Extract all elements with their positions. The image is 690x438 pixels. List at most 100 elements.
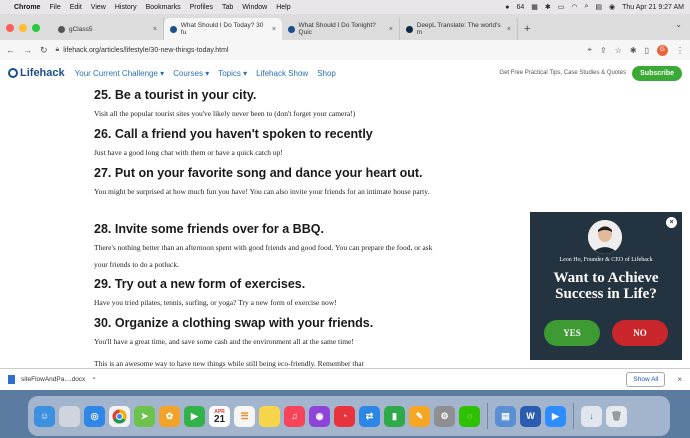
profile-avatar[interactable]: G xyxy=(657,44,668,56)
download-filename[interactable]: siteFlowAndPa....docx xyxy=(21,376,85,383)
star-icon[interactable]: ☆ xyxy=(615,46,622,55)
nav-shop[interactable]: Shop xyxy=(317,69,336,78)
deepl-favicon-icon xyxy=(406,25,413,33)
menu-help[interactable]: Help xyxy=(276,4,290,11)
menu-bookmarks[interactable]: Bookmarks xyxy=(146,4,181,11)
trash-icon[interactable]: 🗑︎ xyxy=(606,405,627,427)
address-bar[interactable]: 🔒︎ lifehack.org/articles/lifestyle/30-ne… xyxy=(56,43,580,58)
menu-history[interactable]: History xyxy=(115,4,137,11)
item-body: This is an awesome way to have new thing… xyxy=(94,359,364,368)
zoom-window-button[interactable] xyxy=(32,24,40,32)
sidebar-icon[interactable]: ▯ xyxy=(645,46,649,55)
numbers-icon[interactable]: ▮ xyxy=(384,405,405,427)
subscribe-button[interactable]: Subscribe xyxy=(632,65,682,81)
search-icon[interactable]: ⌕ xyxy=(584,3,588,11)
tab-label: What Should I Do Today? 30 fu xyxy=(180,22,264,36)
lifehack-favicon-icon xyxy=(170,25,177,33)
nav-topics[interactable]: Topics ▾ xyxy=(218,69,247,78)
close-window-button[interactable] xyxy=(6,24,14,32)
battery-icon[interactable]: ▭ xyxy=(558,3,565,11)
list-item: This is an awesome way to have new thing… xyxy=(94,352,444,368)
calendar-day: 21 xyxy=(213,414,226,425)
chrome-icon[interactable] xyxy=(109,405,130,427)
lifehack-logo[interactable]: Lifehack xyxy=(8,67,65,79)
menu-clock[interactable]: Thu Apr 21 9:27 AM xyxy=(622,4,684,11)
safari-icon[interactable]: ◎ xyxy=(84,405,105,427)
word-icon[interactable]: W xyxy=(520,405,541,427)
menu-edit[interactable]: Edit xyxy=(70,4,82,11)
item-heading: 30. Organize a clothing swap with your f… xyxy=(94,316,374,330)
photos-icon[interactable]: ✿ xyxy=(159,405,180,427)
menu-file[interactable]: File xyxy=(49,4,60,11)
site-header: Lifehack Your Current Challenge ▾ Course… xyxy=(0,60,690,86)
nav-courses[interactable]: Courses ▾ xyxy=(173,69,209,78)
tab-what-should-i-do-tonight[interactable]: What Should I Do Tonight? Quic × xyxy=(282,18,400,40)
lock-icon[interactable]: 🔒︎ xyxy=(56,46,60,54)
grid-status-icon[interactable]: ▦ xyxy=(531,3,538,11)
close-icon[interactable]: × xyxy=(153,26,157,33)
item-body: Just have a good long chat with them or … xyxy=(94,148,283,157)
forward-arrow-icon[interactable]: → xyxy=(23,45,32,55)
zoom-icon[interactable]: ▶ xyxy=(545,405,566,427)
reload-icon[interactable]: ↻ xyxy=(40,45,48,56)
facetime-icon[interactable]: ▶ xyxy=(184,405,205,427)
settings-icon[interactable]: ⚙ xyxy=(434,405,455,427)
tab-deepl-translate[interactable]: DeepL Translate: The world's m × xyxy=(400,18,518,40)
tab-gclass5[interactable]: gClass5 × xyxy=(52,18,164,40)
share-icon[interactable]: ⇪ xyxy=(600,46,607,55)
macos-menu-bar: Chrome File Edit View History Bookmarks … xyxy=(0,0,690,14)
control-center-icon[interactable]: ▤ xyxy=(595,3,602,11)
notes-icon[interactable] xyxy=(259,405,280,427)
new-tab-button[interactable]: + xyxy=(524,23,530,35)
item-heading: 28. Invite some friends over for a BBQ. xyxy=(94,222,324,236)
tab-label: What Should I Do Tonight? Quic xyxy=(298,22,376,36)
chevron-up-icon[interactable]: ⌃ xyxy=(91,376,96,384)
menu-view[interactable]: View xyxy=(91,4,106,11)
music-icon[interactable]: ♫ xyxy=(284,405,305,427)
maps-icon[interactable]: ➤ xyxy=(134,405,155,427)
yes-button[interactable]: YES xyxy=(544,320,600,346)
downloads-icon[interactable]: ↓ xyxy=(581,405,602,427)
tab-search-chevron-icon[interactable]: ⌄ xyxy=(675,20,682,29)
nav-lifehack-show[interactable]: Lifehack Show xyxy=(256,69,308,78)
minimize-window-button[interactable] xyxy=(19,24,27,32)
window-controls xyxy=(6,16,40,40)
menu-app-name[interactable]: Chrome xyxy=(14,4,40,11)
close-icon[interactable]: × xyxy=(666,217,677,228)
close-icon[interactable]: × xyxy=(272,26,276,33)
list-item: 30. Organize a clothing swap with your f… xyxy=(94,316,444,350)
preview-icon[interactable]: ▤ xyxy=(495,405,516,427)
nav-current-challenge[interactable]: Your Current Challenge ▾ xyxy=(75,69,165,78)
no-button[interactable]: NO xyxy=(612,320,668,346)
siri-icon[interactable]: ◉ xyxy=(609,3,615,11)
wechat-status-icon[interactable]: ● xyxy=(505,4,509,11)
menu-tab[interactable]: Tab xyxy=(222,4,233,11)
finder-icon[interactable]: ☺ xyxy=(34,405,55,427)
close-icon[interactable]: × xyxy=(507,26,511,33)
close-icon[interactable]: × xyxy=(677,375,682,384)
wechat-icon[interactable]: ◌ xyxy=(459,405,480,427)
back-arrow-icon[interactable]: ← xyxy=(6,45,15,55)
menu-window[interactable]: Window xyxy=(242,4,267,11)
pages-icon[interactable]: ✎ xyxy=(409,405,430,427)
list-item: 29. Try out a new form of exercises. Hav… xyxy=(94,277,444,311)
item-heading: 27. Put on your favorite song and dance … xyxy=(94,166,423,180)
translate-app-icon[interactable]: ⇄ xyxy=(359,405,380,427)
show-all-button[interactable]: Show All xyxy=(626,372,666,387)
lifehack-favicon-icon xyxy=(288,25,295,33)
bluetooth-icon[interactable]: ✱ xyxy=(545,3,551,11)
close-icon[interactable]: × xyxy=(389,26,393,33)
reminders-icon[interactable]: ☰ xyxy=(234,405,255,427)
more-menu-icon[interactable]: ⋮ xyxy=(676,46,684,55)
tab-what-should-i-do-today[interactable]: What Should I Do Today? 30 fu × xyxy=(164,18,282,40)
download-bar: siteFlowAndPa....docx ⌃ Show All × xyxy=(0,368,690,390)
focus-icon[interactable]: ◔ xyxy=(334,405,355,427)
menu-profiles[interactable]: Profiles xyxy=(190,4,213,11)
extensions-icon[interactable]: ✱ xyxy=(630,46,637,55)
launchpad-icon[interactable] xyxy=(59,405,80,427)
wifi-icon[interactable]: ◠ xyxy=(571,3,577,11)
calendar-icon[interactable]: APR 21 xyxy=(209,405,230,427)
podcasts-icon[interactable]: ◉ xyxy=(309,405,330,427)
translate-icon[interactable]: ⌖ xyxy=(588,45,593,55)
address-url[interactable]: lifehack.org/articles/lifestyle/30-new-t… xyxy=(63,47,228,54)
